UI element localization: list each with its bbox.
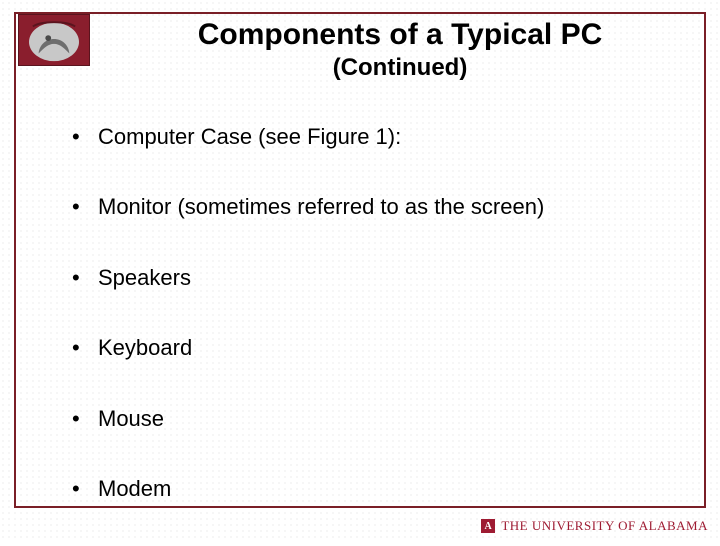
slide-title: Components of a Typical PC <box>100 18 700 52</box>
list-item: Keyboard <box>70 335 720 361</box>
footer-branding: A THE UNIVERSITY OF ALABAMA <box>481 518 708 534</box>
list-item: Computer Case (see Figure 1): <box>70 124 720 150</box>
slide-subtitle: (Continued) <box>100 54 700 82</box>
footer-mark-icon: A <box>481 519 495 533</box>
bullet-list: Computer Case (see Figure 1): Monitor (s… <box>30 124 720 546</box>
list-item: Mouse <box>70 406 720 432</box>
list-item: Monitor (sometimes referred to as the sc… <box>70 194 720 220</box>
list-item: Speakers <box>70 265 720 291</box>
team-logo <box>18 14 90 66</box>
list-item: Modem <box>70 476 720 502</box>
footer-text: THE UNIVERSITY OF ALABAMA <box>501 518 708 534</box>
